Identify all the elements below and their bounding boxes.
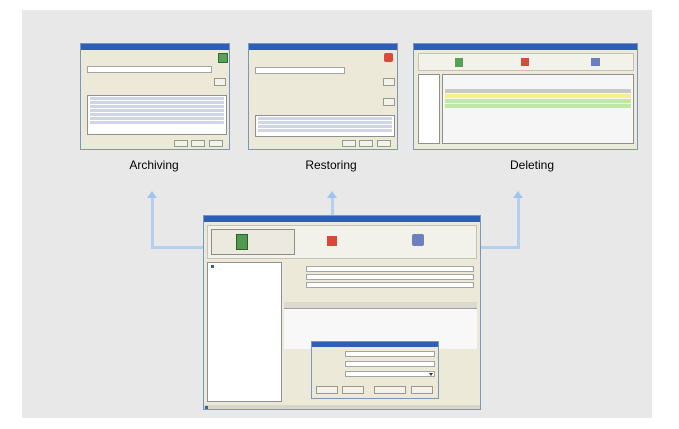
- dialog-button-3[interactable]: [374, 386, 406, 394]
- entry-dialog-titlebar: [312, 342, 438, 347]
- delete-titlebar: [414, 44, 637, 50]
- dialog-button-2[interactable]: [342, 386, 364, 394]
- restore-icon: [384, 53, 393, 62]
- archive-titlebar: [81, 44, 229, 50]
- delete-app-window: [413, 43, 638, 150]
- archive-cancel-button[interactable]: [191, 140, 205, 147]
- arrow-head-restoring: [327, 191, 337, 198]
- figure-background: Archiving Restoring Deleting: [22, 10, 652, 418]
- archive-icon: [218, 53, 228, 63]
- detail-field-3[interactable]: [306, 282, 474, 288]
- caption-archiving: Archiving: [129, 158, 179, 172]
- status-indicator: [205, 406, 208, 409]
- caption-deleting: Deleting: [509, 158, 555, 172]
- toolbar-restore-button[interactable]: [303, 229, 387, 255]
- archive-dialog-window: [80, 43, 230, 150]
- dialog-button-1[interactable]: [316, 386, 338, 394]
- arrow-head-deleting: [513, 191, 523, 198]
- archive-browse-button[interactable]: [214, 78, 226, 86]
- restore-titlebar: [249, 44, 397, 50]
- delete-toolbar-icon[interactable]: [591, 58, 600, 66]
- arrow-head-archiving: [147, 191, 157, 198]
- entry-dialog: [311, 341, 439, 399]
- detail-field-2[interactable]: [306, 274, 474, 280]
- main-toolbar: [207, 225, 477, 259]
- dialog-select[interactable]: [345, 371, 435, 377]
- restore-help-button[interactable]: [377, 140, 391, 147]
- dialog-input-2[interactable]: [345, 361, 435, 367]
- main-statusbar: [204, 405, 480, 409]
- restore-toolbar-icon[interactable]: [521, 58, 529, 66]
- delete-record-table[interactable]: [442, 74, 634, 144]
- restore-button-icon: [327, 236, 337, 246]
- restore-dialog-window: [248, 43, 398, 150]
- chevron-down-icon: [429, 373, 433, 376]
- archive-button-icon: [236, 234, 248, 250]
- dialog-input-1[interactable]: [345, 351, 435, 357]
- tree-node-icon: [211, 265, 214, 268]
- archive-path-field[interactable]: [87, 66, 212, 73]
- arrow-line-deleting-vertical: [517, 198, 520, 248]
- detail-field-1[interactable]: [306, 266, 474, 272]
- restore-browse2-button[interactable]: [383, 98, 395, 106]
- arrow-line-archiving-vertical: [151, 198, 154, 248]
- delete-toolbar: [418, 53, 634, 71]
- main-tree-pane[interactable]: [207, 262, 282, 402]
- main-app-window: [203, 215, 481, 410]
- restore-cancel-button[interactable]: [359, 140, 373, 147]
- archive-file-list[interactable]: [87, 95, 227, 135]
- detail-grid-header: [284, 302, 477, 309]
- archive-ok-button[interactable]: [174, 140, 188, 147]
- restore-file-list[interactable]: [255, 115, 395, 137]
- restore-ok-button[interactable]: [342, 140, 356, 147]
- tree-root-item[interactable]: [211, 265, 216, 268]
- delete-tree-pane[interactable]: [418, 74, 440, 144]
- toolbar-archive-button[interactable]: [211, 229, 295, 255]
- dialog-button-4[interactable]: [411, 386, 433, 394]
- restore-path-field[interactable]: [255, 67, 345, 74]
- archive-toolbar-icon[interactable]: [455, 58, 463, 67]
- delete-button-icon: [412, 234, 424, 246]
- toolbar-delete-button[interactable]: [390, 229, 474, 255]
- main-titlebar: [204, 216, 480, 222]
- restore-browse-button[interactable]: [383, 78, 395, 86]
- archive-help-button[interactable]: [209, 140, 223, 147]
- caption-restoring: Restoring: [305, 158, 357, 172]
